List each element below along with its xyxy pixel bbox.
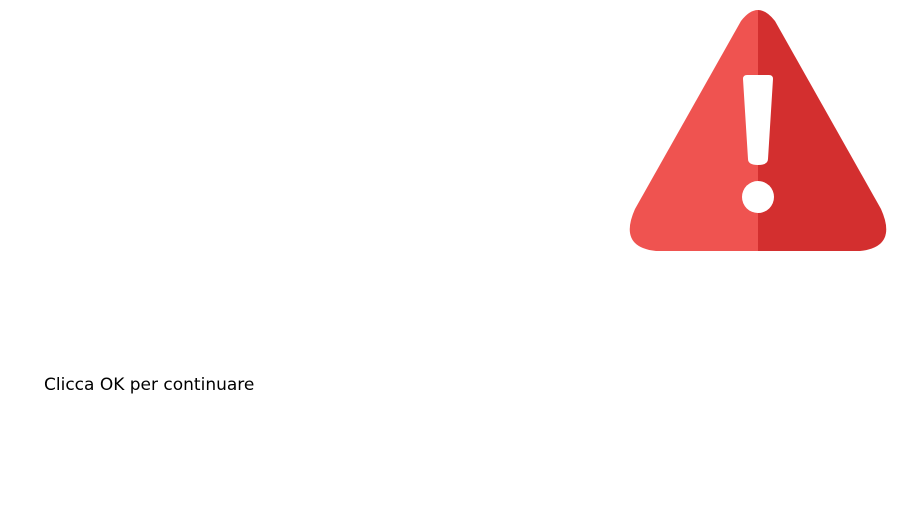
alert-dialog: Clicca OK per continuare — [0, 0, 900, 512]
exclamation-dot — [742, 181, 774, 213]
triangle-right-half — [758, 10, 887, 251]
warning-triangle-icon — [628, 9, 888, 253]
triangle-left-half — [629, 10, 758, 251]
dialog-message: Clicca OK per continuare — [44, 375, 255, 395]
